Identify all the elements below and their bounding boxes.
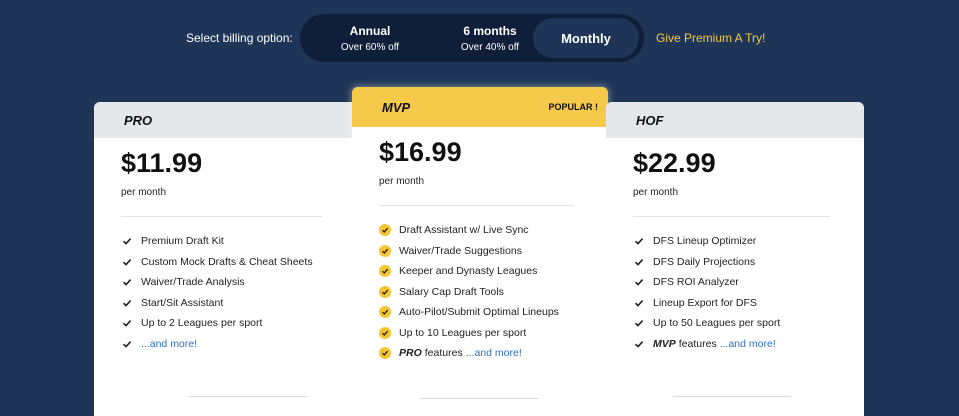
check-circle-icon: [379, 285, 391, 298]
feature-item: Draft Assistant w/ Live Sync: [379, 220, 608, 241]
billing-option-monthly[interactable]: Monthly: [533, 18, 639, 58]
plan-price: $16.99: [379, 137, 462, 167]
inherited-tier-name: PRO: [399, 347, 422, 360]
feature-text: DFS Lineup Optimizer: [653, 235, 757, 248]
feature-text: Start/Sit Assistant: [141, 296, 224, 309]
check-icon: [121, 235, 133, 247]
check-icon: [633, 317, 645, 329]
feature-item-more: PRO features ...and more!: [379, 343, 608, 364]
divider: [673, 396, 791, 397]
divider: [379, 205, 574, 206]
feature-text: Up to 50 Leagues per sport: [653, 317, 781, 330]
divider: [189, 396, 307, 397]
feature-item: Custom Mock Drafts & Cheat Sheets: [121, 252, 356, 273]
check-circle-icon: [379, 347, 391, 360]
feature-item: Up to 50 Leagues per sport: [633, 313, 864, 334]
divider: [420, 398, 538, 399]
billing-option-6-months[interactable]: 6 months Over 40% off: [430, 18, 550, 58]
popular-badge: POPULAR !: [548, 102, 599, 112]
feature-item: Up to 10 Leagues per sport: [379, 323, 608, 344]
feature-text: Up to 10 Leagues per sport: [399, 326, 527, 339]
plan-header-mvp: MVP POPULAR !: [352, 87, 608, 127]
plan-name: MVP: [382, 99, 411, 115]
check-circle-icon: [379, 326, 391, 339]
billing-option-monthly-label: Monthly: [561, 31, 611, 46]
feature-item-more: MVP features ...and more!: [633, 334, 864, 355]
feature-item: DFS ROI Analyzer: [633, 272, 864, 293]
inherited-features-text: features: [424, 347, 463, 360]
plan-name: PRO: [124, 112, 153, 128]
inherited-tier-name: MVP: [653, 337, 676, 350]
plan-card-hof: HOF $22.99 per month DFS Lineup Optimize…: [606, 102, 864, 416]
plan-period: per month: [379, 176, 425, 187]
check-circle-icon: [379, 265, 391, 278]
divider: [121, 216, 322, 217]
feature-text: Premium Draft Kit: [141, 235, 224, 248]
check-icon: [633, 297, 645, 309]
feature-text: DFS ROI Analyzer: [653, 276, 739, 289]
feature-text: Draft Assistant w/ Live Sync: [399, 224, 529, 237]
feature-item: Up to 2 Leagues per sport: [121, 313, 356, 334]
plan-price: $11.99: [121, 148, 203, 178]
billing-option-6-months-discount: Over 40% off: [460, 42, 520, 53]
plan-price: $22.99: [633, 148, 716, 178]
and-more-link[interactable]: ...and more!: [720, 338, 776, 350]
feature-text: Keeper and Dynasty Leagues: [399, 265, 538, 278]
plan-header-hof: HOF: [606, 102, 864, 138]
feature-item: Start/Sit Assistant: [121, 293, 356, 314]
plan-card-pro: PRO $11.99 per month Premium Draft Kit C…: [94, 102, 356, 416]
feature-text: Lineup Export for DFS: [653, 296, 757, 309]
feature-text: Waiver/Trade Analysis: [141, 276, 245, 289]
feature-list: Premium Draft Kit Custom Mock Drafts & C…: [121, 231, 356, 354]
feature-list: DFS Lineup Optimizer DFS Daily Projectio…: [633, 231, 864, 354]
feature-item-more: ...and more!: [121, 334, 356, 355]
feature-item: DFS Lineup Optimizer: [633, 231, 864, 252]
billing-option-annual[interactable]: Annual Over 60% off: [320, 18, 420, 58]
check-icon: [633, 276, 645, 288]
feature-item: Waiver/Trade Suggestions: [379, 241, 608, 262]
check-circle-icon: [379, 244, 391, 257]
billing-option-annual-label: Annual: [349, 24, 391, 38]
billing-option-6-months-label: 6 months: [463, 24, 517, 38]
feature-text: Salary Cap Draft Tools: [399, 285, 504, 298]
billing-option-label: Select billing option:: [186, 31, 293, 45]
feature-text: Custom Mock Drafts & Cheat Sheets: [141, 255, 313, 268]
feature-item: Keeper and Dynasty Leagues: [379, 261, 608, 282]
feature-item: Auto-Pilot/Submit Optimal Lineups: [379, 302, 608, 323]
check-icon: [121, 256, 133, 268]
plan-name: HOF: [636, 112, 664, 128]
divider: [633, 216, 830, 217]
feature-text: Up to 2 Leagues per sport: [141, 317, 263, 330]
feature-item: Salary Cap Draft Tools: [379, 282, 608, 303]
and-more-link[interactable]: ...and more!: [466, 347, 522, 359]
inherited-features-text: features: [678, 337, 717, 350]
give-premium-link[interactable]: Give Premium A Try!: [656, 31, 765, 45]
check-icon: [121, 338, 133, 350]
plan-card-mvp: MVP POPULAR ! $16.99 per month Draft Ass…: [352, 87, 608, 416]
feature-text: DFS Daily Projections: [653, 255, 756, 268]
billing-toggle: Annual Over 60% off 6 months Over 40% of…: [300, 14, 644, 62]
feature-text: Waiver/Trade Suggestions: [399, 244, 522, 257]
and-more-link[interactable]: ...and more!: [141, 338, 197, 350]
billing-option-annual-discount: Over 60% off: [340, 42, 400, 53]
feature-item: Waiver/Trade Analysis: [121, 272, 356, 293]
check-icon: [633, 256, 645, 268]
check-icon: [633, 338, 645, 350]
feature-item: DFS Daily Projections: [633, 252, 864, 273]
check-circle-icon: [379, 224, 391, 237]
plan-header-pro: PRO: [94, 102, 356, 138]
check-icon: [121, 276, 133, 288]
feature-text: Auto-Pilot/Submit Optimal Lineups: [399, 306, 559, 319]
plan-period: per month: [633, 187, 679, 198]
feature-item: Premium Draft Kit: [121, 231, 356, 252]
feature-item: Lineup Export for DFS: [633, 293, 864, 314]
check-icon: [121, 297, 133, 309]
check-icon: [121, 317, 133, 329]
plan-period: per month: [121, 187, 167, 198]
check-circle-icon: [379, 306, 391, 319]
feature-list: Draft Assistant w/ Live Sync Waiver/Trad…: [379, 220, 608, 364]
check-icon: [633, 235, 645, 247]
